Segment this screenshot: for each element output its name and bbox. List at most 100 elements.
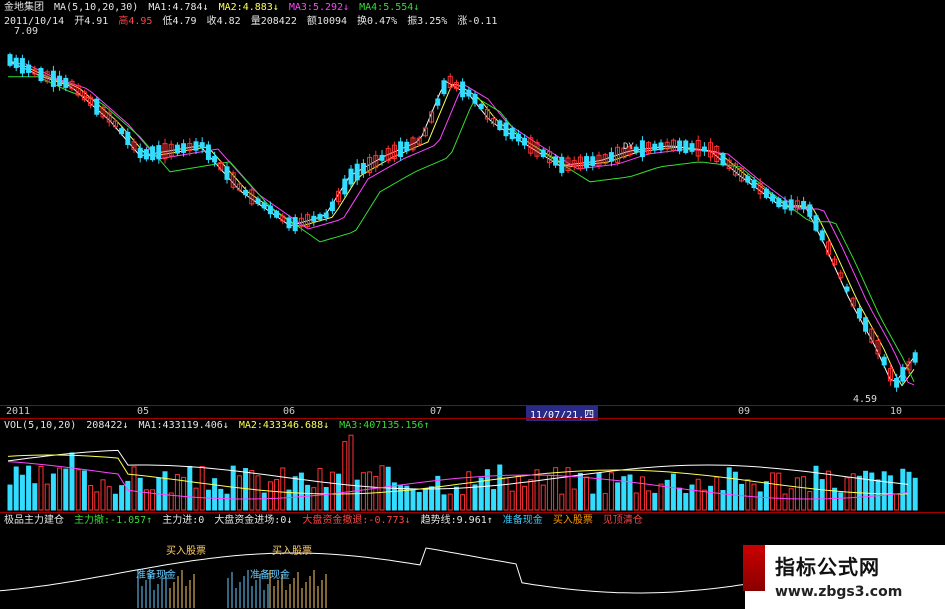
volume-ma-line xyxy=(7,449,909,490)
candle-body xyxy=(559,156,565,173)
indicator-name: 极品主力建仓 xyxy=(4,515,64,526)
volume-bar xyxy=(416,492,422,511)
candle-body xyxy=(677,140,683,152)
volume-bar xyxy=(472,484,478,511)
volume-bar xyxy=(63,468,69,511)
volume-bar xyxy=(32,483,38,511)
date-2011: 2011 xyxy=(6,406,31,417)
candle-body xyxy=(652,143,658,151)
volume-bar xyxy=(391,482,397,511)
volume-bar xyxy=(38,465,44,511)
volume-bar xyxy=(429,486,435,511)
vol-ma1: MA1:433119.406↓ xyxy=(138,420,229,431)
volume-bar xyxy=(689,484,695,511)
volume-bar xyxy=(274,479,280,511)
volume-bar xyxy=(422,488,428,511)
volume-bar xyxy=(677,487,683,511)
volume-bar xyxy=(81,470,87,511)
volume-bar xyxy=(900,468,906,511)
candle-body xyxy=(286,217,292,229)
volume-bar xyxy=(726,467,732,511)
volume-bar xyxy=(230,465,236,511)
clear-position: 见顶清仓 xyxy=(602,515,643,526)
candle-body xyxy=(13,57,19,69)
candle-body xyxy=(267,205,273,215)
volume-bar xyxy=(57,467,63,511)
candle-body xyxy=(782,200,788,210)
volume-bar xyxy=(447,493,453,511)
candle-body xyxy=(274,210,280,218)
volume-bar xyxy=(615,482,621,511)
candle-body xyxy=(763,188,769,198)
volume-bar xyxy=(460,494,466,511)
trend-line: 趋势线:9.961↑ xyxy=(420,515,493,526)
volume-bar xyxy=(280,467,286,511)
candle-body xyxy=(354,163,360,181)
candle-body xyxy=(683,140,689,153)
volume-bar xyxy=(100,479,106,511)
candle-body xyxy=(751,179,757,189)
candle-body xyxy=(205,144,211,160)
prep-label-1: 准备现金 xyxy=(136,568,176,581)
candle-body xyxy=(881,356,887,366)
volume-bar xyxy=(342,441,348,511)
candle-body xyxy=(323,212,329,218)
candle-body xyxy=(509,127,515,140)
candle-body xyxy=(212,155,218,163)
volume-bar xyxy=(652,492,658,511)
candle-body xyxy=(863,317,869,332)
volume-bar xyxy=(838,492,844,511)
candle-body xyxy=(224,166,230,180)
volume-bar xyxy=(348,434,354,511)
candle-body xyxy=(143,149,149,160)
volume-bar xyxy=(205,489,211,511)
volume-bar xyxy=(478,477,484,511)
volume-bar xyxy=(249,470,255,511)
candle-body xyxy=(460,81,466,98)
candle-body xyxy=(63,77,69,88)
date-05: 05 xyxy=(137,406,150,417)
volume-bar xyxy=(360,472,366,511)
candle-body xyxy=(900,367,906,382)
volume-bar xyxy=(794,477,800,511)
candle-body xyxy=(503,122,509,137)
volume-bar xyxy=(528,479,534,511)
volume-bar xyxy=(869,472,875,511)
moving-average-lines xyxy=(7,60,915,387)
volume-bar xyxy=(88,484,94,511)
prepare-cash: 准备现金 xyxy=(502,515,543,526)
volume-bar xyxy=(683,492,689,511)
volume-bar xyxy=(497,464,503,511)
volume-bar xyxy=(912,477,918,511)
logo-title: 指标公式网 xyxy=(775,555,880,579)
volume-chart[interactable] xyxy=(0,432,945,512)
volume-bar xyxy=(119,485,125,511)
candle-body xyxy=(26,64,32,73)
big-money-in: 大盘资金进场:0↓ xyxy=(214,515,293,526)
big-money-out: 大盘资金撤退:-0.773↓ xyxy=(302,515,411,526)
volume-bar xyxy=(218,488,224,511)
candle-body xyxy=(125,131,131,146)
candle-body xyxy=(912,352,918,363)
volume-bar xyxy=(515,475,521,511)
volume-bar xyxy=(323,487,329,511)
volume-bar xyxy=(13,466,19,511)
cursor-tag: DY xyxy=(623,142,634,152)
volume-bar xyxy=(19,474,25,511)
candle-body xyxy=(181,143,187,153)
candle-body xyxy=(404,141,410,152)
volume-header: VOL(5,10,20) 208422↓ MA1:433119.406↓ MA2… xyxy=(4,420,433,432)
volume-bar xyxy=(491,489,497,511)
candle-body xyxy=(770,194,776,202)
candle-body xyxy=(150,146,156,161)
volume-bar xyxy=(658,483,664,511)
candle-body xyxy=(590,156,596,166)
volume-bar xyxy=(776,472,782,511)
vol-label: VOL(5,10,20) xyxy=(4,420,77,431)
volume-bar xyxy=(670,473,676,511)
volume-bar xyxy=(441,494,447,511)
candle-body xyxy=(156,145,162,160)
volume-bar xyxy=(112,493,118,511)
volume-bar xyxy=(590,493,596,511)
candlestick-chart[interactable]: 7.09 4.59 DY xyxy=(0,0,945,405)
